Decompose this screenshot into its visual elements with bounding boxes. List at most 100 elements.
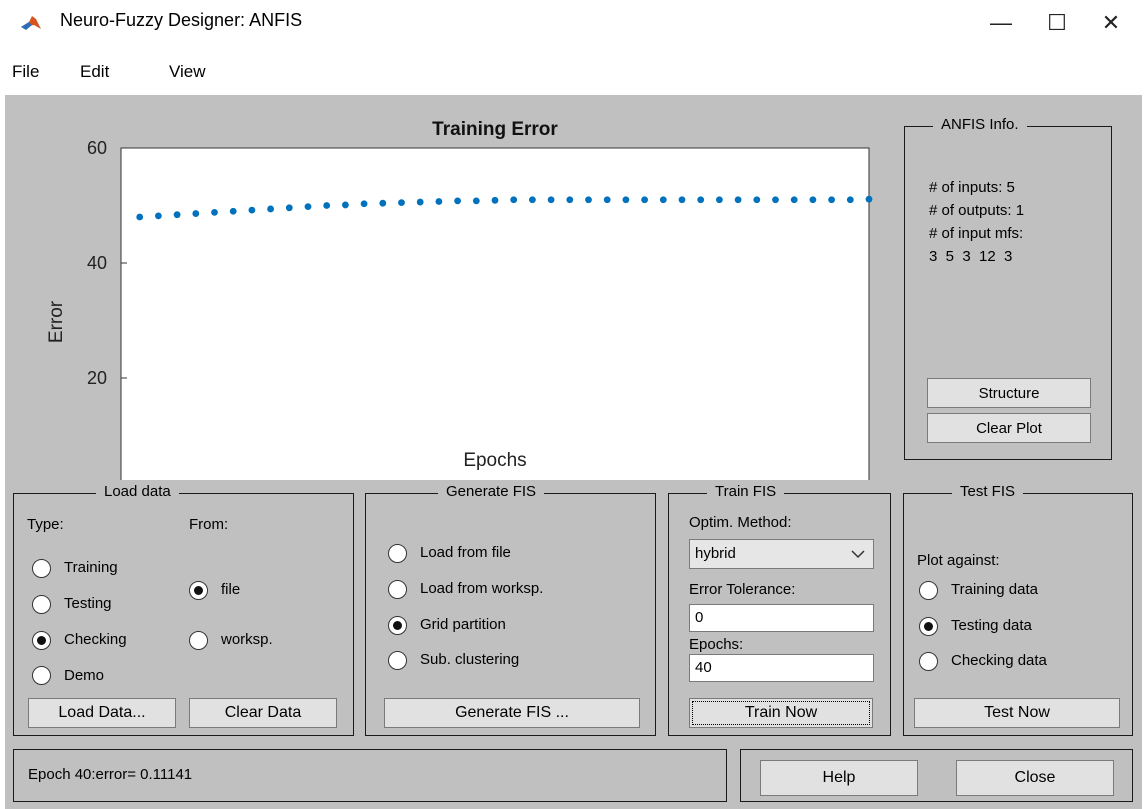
radio-file[interactable] [189, 581, 208, 600]
minimize-button[interactable]: — [978, 6, 1024, 40]
data-point-dot [865, 195, 873, 203]
radio-demo-label: Demo [64, 667, 105, 684]
data-point-dot [136, 213, 144, 221]
radio-testing-data-label: Testing data [951, 617, 1032, 634]
y-tick-label: 40 [87, 253, 107, 273]
generate-fis-button[interactable]: Generate FIS ... [384, 698, 640, 728]
radio-checking-data-label: Checking data [951, 652, 1047, 669]
data-point-dot [435, 198, 443, 205]
error-tolerance-label: Error Tolerance: [689, 581, 796, 598]
data-point-dot [472, 197, 480, 205]
radio-sub-clustering[interactable] [388, 651, 407, 670]
radio-testing-data[interactable] [919, 617, 938, 636]
data-point-dot [772, 196, 779, 204]
data-point-dot [622, 196, 630, 204]
optim-method-select[interactable]: hybrid [689, 539, 874, 569]
epochs-input[interactable]: 40 [689, 654, 874, 682]
data-point-dot [211, 209, 218, 216]
y-tick-label: 20 [87, 368, 107, 388]
radio-training-data[interactable] [919, 581, 938, 600]
status-text: Epoch 40:error= 0.11141 [28, 766, 193, 783]
close-button[interactable]: Close [956, 760, 1114, 796]
menu-view[interactable]: View [169, 62, 206, 82]
data-point-dot [603, 196, 611, 204]
data-point-dot [323, 202, 331, 209]
anfis-info-panel: ANFIS Info. # of inputs: 5 # of outputs:… [904, 116, 1112, 460]
optim-method-label: Optim. Method: [689, 514, 792, 531]
load-data-button[interactable]: Load Data... [28, 698, 176, 728]
menu-file[interactable]: File [12, 62, 39, 82]
radio-load-from-workspace-label: Load from worksp. [420, 580, 544, 597]
radio-demo[interactable] [32, 666, 51, 685]
data-point-dot [398, 199, 405, 207]
radio-workspace[interactable] [189, 631, 208, 650]
data-point-dot [155, 212, 162, 220]
data-point-dot [192, 210, 200, 217]
generate-fis-panel: Generate FIS Load from file Load from wo… [365, 483, 656, 736]
data-point-dot [416, 198, 424, 206]
optim-method-value: hybrid [695, 545, 736, 562]
radio-grid-partition[interactable] [388, 616, 407, 635]
menu-edit[interactable]: Edit [80, 62, 109, 82]
radio-sub-clustering-label: Sub. clustering [420, 651, 520, 668]
data-point-dot [342, 201, 349, 209]
window-title: Neuro-Fuzzy Designer: ANFIS [60, 10, 303, 30]
data-point-dot [304, 203, 312, 211]
data-point-dot [510, 196, 518, 204]
data-point-dot [491, 196, 499, 204]
plot-against-label: Plot against: [917, 552, 1000, 569]
training-error-chart: Training Error Epochs Error 051015202530… [46, 119, 873, 480]
radio-training-label: Training [64, 559, 118, 576]
test-now-button[interactable]: Test Now [914, 698, 1120, 728]
data-point-dot [753, 196, 761, 204]
structure-button[interactable]: Structure [927, 378, 1091, 408]
y-axis-label: Error [46, 300, 67, 343]
radio-checking-label: Checking [64, 631, 127, 648]
radio-checking-data[interactable] [919, 652, 938, 671]
radio-load-from-file[interactable] [388, 544, 407, 563]
status-panel: Epoch 40:error= 0.11141 [13, 749, 727, 802]
error-tolerance-input[interactable]: 0 [689, 604, 874, 632]
close-window-button[interactable]: ✕ [1088, 6, 1134, 40]
data-point-dot [360, 200, 368, 208]
radio-testing-label: Testing [64, 595, 112, 612]
radio-checking[interactable] [32, 631, 51, 650]
data-point-dot [566, 196, 574, 204]
info-mf-counts: 3 5 3 12 3 [929, 248, 1013, 265]
data-point-dot [285, 204, 293, 212]
data-point-dot [716, 196, 723, 204]
data-point-dot [267, 205, 274, 213]
train-fis-panel: Train FIS Optim. Method: hybrid Error To… [668, 483, 891, 736]
data-point-dot [379, 199, 387, 207]
data-point-dot [828, 196, 835, 204]
radio-grid-partition-label: Grid partition [420, 616, 506, 633]
train-now-button[interactable]: Train Now [689, 698, 873, 728]
chart-title: Training Error [432, 119, 558, 140]
radio-file-label: file [221, 581, 241, 598]
clear-plot-button[interactable]: Clear Plot [927, 413, 1091, 443]
load-data-panel: Load data Type: From: Training Testing C… [13, 483, 354, 736]
epochs-label: Epochs: [689, 636, 744, 653]
y-tick-label: 60 [87, 138, 107, 158]
maximize-button[interactable]: ☐ [1034, 6, 1080, 40]
data-point-dot [659, 196, 667, 204]
radio-load-from-file-label: Load from file [420, 544, 511, 561]
radio-training-data-label: Training data [951, 581, 1038, 598]
radio-training[interactable] [32, 559, 51, 578]
radio-workspace-label: worksp. [221, 631, 273, 648]
chevron-down-icon [851, 550, 865, 559]
test-fis-title: Test FIS [952, 483, 1024, 500]
data-point-dot [678, 196, 686, 204]
clear-data-button[interactable]: Clear Data [189, 698, 337, 728]
data-point-dot [641, 196, 648, 204]
generate-fis-title: Generate FIS [438, 483, 545, 500]
data-point-dot [248, 206, 256, 214]
data-point-dot [585, 196, 592, 204]
data-point-dot [734, 196, 742, 204]
data-point-dot [790, 196, 798, 204]
help-button[interactable]: Help [760, 760, 918, 796]
from-label: From: [189, 516, 229, 533]
radio-load-from-workspace[interactable] [388, 580, 407, 599]
load-data-title: Load data [96, 483, 179, 500]
radio-testing[interactable] [32, 595, 51, 614]
